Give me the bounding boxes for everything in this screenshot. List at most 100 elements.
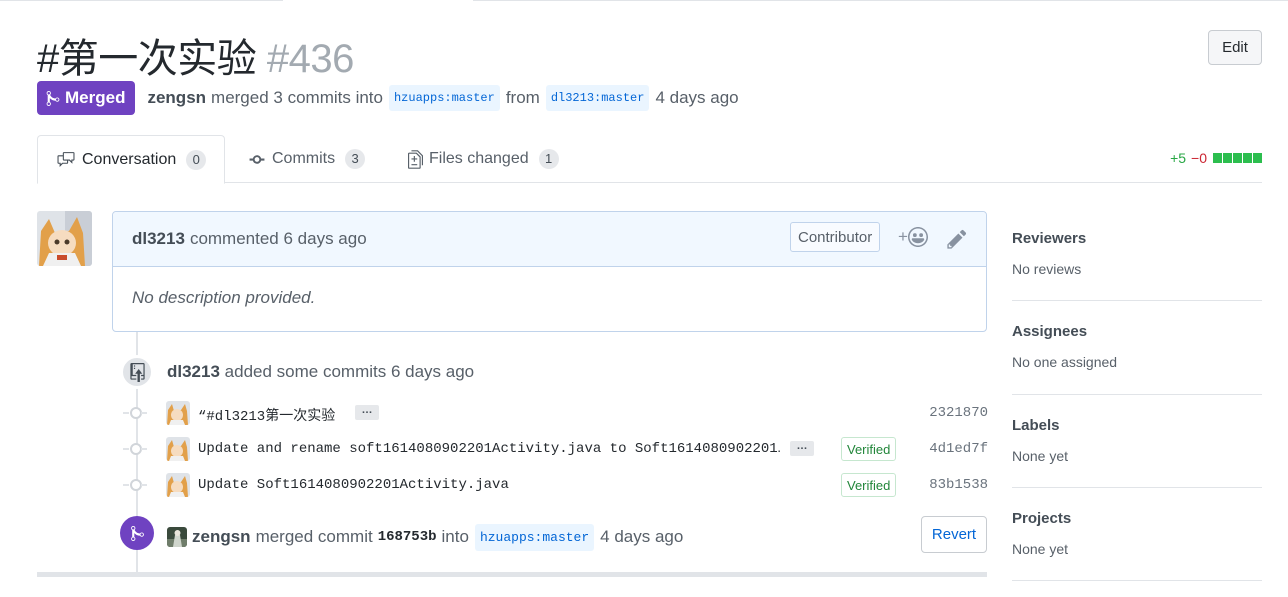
- git-merge-icon: [46, 90, 60, 106]
- verified-badge[interactable]: Verified: [841, 437, 897, 461]
- serval-avatar-image: [166, 473, 190, 497]
- commit-message-link[interactable]: Update and rename soft1614080902201Activ…: [198, 441, 780, 457]
- merge-target-branch[interactable]: hzuapps:master: [474, 523, 595, 551]
- commit-expand-button[interactable]: …: [355, 405, 379, 420]
- merger-author-link[interactable]: zengsn: [192, 527, 251, 547]
- sidebar-labels: Labels None yet: [1012, 417, 1262, 464]
- from-word: from: [505, 88, 540, 107]
- verified-badge[interactable]: Verified: [841, 473, 897, 497]
- merge-time-ago[interactable]: 4 days ago: [600, 527, 683, 547]
- diffstat-block: [1223, 153, 1232, 163]
- serval-avatar-image: [166, 437, 190, 461]
- commit-row: Update and rename soft1614080902201Activ…: [123, 435, 988, 463]
- sidebar-heading-labels[interactable]: Labels: [1012, 417, 1262, 434]
- timeline-bottom-bar: [37, 572, 987, 577]
- sidebar-reviewers: Reviewers No reviews: [1012, 230, 1262, 277]
- merge-event: zengsn merged commit 168753b into hzuapp…: [167, 522, 683, 552]
- commit-avatar[interactable]: [166, 437, 190, 461]
- diffstat-block: [1213, 153, 1222, 163]
- tab-conversation[interactable]: Conversation 0: [37, 135, 225, 184]
- avatar[interactable]: [37, 211, 92, 266]
- tab-commits-count: 3: [345, 149, 366, 169]
- event-author-link[interactable]: dl3213: [167, 362, 220, 381]
- commit-avatar[interactable]: [166, 401, 190, 425]
- pr-time-ago[interactable]: 4 days ago: [655, 88, 738, 108]
- state-label: Merged: [65, 88, 126, 107]
- merge-commit-sha-link[interactable]: 168753b: [378, 529, 437, 545]
- commit-dot-icon: [123, 443, 147, 455]
- commits-added-event: dl3213 added some commits 6 days ago: [167, 362, 474, 382]
- sidebar-assignees: Assignees No one assigned: [1012, 323, 1262, 370]
- commit-sha-link[interactable]: 4d1ed7f: [929, 441, 988, 457]
- merger-avatar-image: [167, 527, 187, 547]
- sidebar-divider: [1012, 300, 1262, 301]
- base-branch[interactable]: hzuapps:master: [388, 85, 500, 111]
- repo-push-icon: [129, 362, 145, 382]
- sidebar-divider: [1012, 394, 1262, 395]
- sidebar-divider: [1012, 487, 1262, 488]
- pr-tabs: Conversation 0 Commits 3 Files changed 1…: [37, 135, 1262, 184]
- state-badge: Merged: [37, 81, 136, 115]
- file-diff-icon: [408, 149, 423, 169]
- pr-number: #436: [266, 37, 354, 81]
- diffstat-deletions: −0: [1191, 150, 1207, 166]
- diffstat: +5 −0: [1170, 150, 1262, 166]
- diffstat-block: [1243, 153, 1252, 163]
- diffstat-additions: +5: [1170, 150, 1187, 166]
- head-branch[interactable]: dl3213:master: [545, 85, 650, 111]
- commit-message-link[interactable]: “#dl3213第一次实验: [198, 405, 335, 425]
- comment-body: No description provided.: [132, 288, 316, 307]
- commit-dot-icon: [123, 479, 147, 491]
- sidebar-divider: [1012, 580, 1262, 581]
- tab-conversation-label: Conversation: [82, 150, 177, 168]
- sidebar-heading-projects[interactable]: Projects: [1012, 510, 1262, 527]
- pr-title: #第一次实验 #436: [37, 26, 354, 84]
- commit-sha-link[interactable]: 2321870: [929, 405, 988, 421]
- commit-row: Update Soft1614080902201Activity.java Ve…: [123, 471, 988, 499]
- repo-push-event-badge: [120, 355, 154, 389]
- commit-row: “#dl3213第一次实验 … 2321870: [123, 399, 988, 427]
- sidebar-value-projects: None yet: [1012, 541, 1069, 557]
- pr-title-text: #第一次实验: [37, 37, 257, 81]
- top-border: [0, 0, 1288, 1]
- commit-sha-link[interactable]: 83b1538: [929, 477, 988, 493]
- commit-dot-icon: [123, 407, 147, 419]
- merge-summary: merged 3 commits into: [211, 88, 383, 107]
- comment-box: dl3213 commented 6 days ago Contributor …: [112, 211, 987, 332]
- top-border-gap: [283, 0, 473, 2]
- revert-button[interactable]: Revert: [921, 516, 987, 553]
- sidebar-value-assignees: No one assigned: [1012, 354, 1118, 370]
- pr-author-link[interactable]: zengsn: [147, 88, 206, 108]
- commit-expand-button[interactable]: …: [790, 441, 814, 456]
- tab-files-label: Files changed: [429, 150, 529, 167]
- pr-meta: Merged zengsn merged 3 commits into hzua…: [37, 81, 739, 115]
- tab-conversation-count: 0: [186, 149, 207, 170]
- tab-commits[interactable]: Commits 3: [248, 135, 366, 183]
- commit-avatar[interactable]: [166, 473, 190, 497]
- merge-event-badge: [120, 516, 154, 550]
- serval-avatar-image: [37, 211, 92, 266]
- tab-files-changed[interactable]: Files changed 1: [408, 135, 559, 183]
- diffstat-block: [1253, 153, 1262, 163]
- sidebar-heading-assignees[interactable]: Assignees: [1012, 323, 1262, 340]
- sidebar-heading-reviewers[interactable]: Reviewers: [1012, 230, 1262, 247]
- comment-header: dl3213 commented 6 days ago Contributor …: [113, 212, 986, 267]
- git-merge-icon: [130, 525, 144, 541]
- sidebar-projects: Projects None yet: [1012, 510, 1262, 557]
- diffstat-block: [1233, 153, 1242, 163]
- git-commit-icon: [249, 154, 265, 164]
- sidebar-value-labels: None yet: [1012, 448, 1069, 464]
- merger-avatar[interactable]: [167, 527, 187, 547]
- sidebar-value-reviewers: No reviews: [1012, 261, 1082, 277]
- serval-avatar-image: [166, 401, 190, 425]
- pencil-icon[interactable]: [947, 228, 967, 250]
- merge-action: merged commit: [255, 527, 373, 546]
- comment-author-link[interactable]: dl3213: [132, 229, 185, 249]
- reaction-plus: +: [898, 227, 908, 246]
- contributor-badge: Contributor: [790, 222, 881, 252]
- merge-into-word: into: [441, 527, 469, 546]
- commit-message-link[interactable]: Update Soft1614080902201Activity.java: [198, 477, 509, 493]
- add-reaction-button[interactable]: +: [898, 227, 928, 247]
- comment-action[interactable]: commented 6 days ago: [190, 229, 367, 249]
- edit-button[interactable]: Edit: [1208, 30, 1262, 65]
